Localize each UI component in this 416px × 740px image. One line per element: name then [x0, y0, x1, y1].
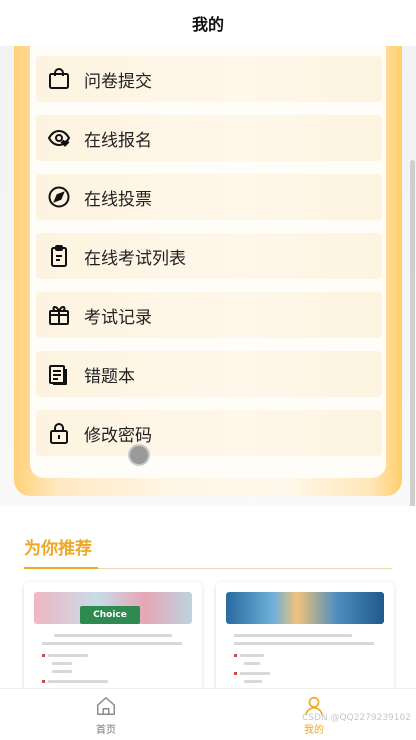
doc-line: [52, 670, 72, 673]
recommend-title: 为你推荐: [24, 539, 92, 559]
scrollbar[interactable]: [410, 160, 415, 555]
documents-icon: [47, 362, 71, 386]
doc-line: [48, 654, 88, 657]
tab-home[interactable]: 首页: [76, 695, 136, 739]
clipboard-icon: [47, 244, 71, 268]
doc-line: [244, 680, 262, 683]
recommend-card[interactable]: Choice: [24, 582, 202, 692]
doc-marker: [234, 672, 237, 675]
doc-line: [52, 662, 72, 665]
menu-item-online-vote[interactable]: 在线投票: [36, 174, 382, 220]
recommend-card[interactable]: [216, 582, 394, 692]
page-title: 我的: [191, 15, 224, 34]
menu-item-wrong-answers[interactable]: 错题本: [36, 351, 382, 397]
doc-line: [48, 680, 108, 683]
menu-item-exam-list[interactable]: 在线考试列表: [36, 233, 382, 279]
thumbnail-tag: Choice: [80, 606, 140, 624]
doc-line: [54, 634, 172, 637]
menu-item-label: 在线投票: [84, 189, 152, 210]
menu-item-label: 在线考试列表: [84, 248, 186, 269]
top-bar: 我的: [0, 0, 416, 46]
compass-icon: [47, 185, 71, 209]
doc-line: [234, 634, 352, 637]
doc-line: [42, 642, 182, 645]
doc-line: [240, 654, 264, 657]
shopping-bag-icon: [47, 67, 71, 91]
doc-marker: [42, 654, 45, 657]
doc-line: [240, 672, 270, 675]
menu-item-exam-records[interactable]: 考试记录: [36, 292, 382, 338]
menu-item-online-signup[interactable]: 在线报名: [36, 115, 382, 161]
survey-banner-thumbnail: [226, 592, 384, 624]
floating-drag-handle[interactable]: [128, 444, 150, 466]
menu-item-label: 考试记录: [84, 307, 152, 328]
menu-item-label: 问卷提交: [84, 71, 152, 92]
poll-banner-thumbnail: Choice: [34, 592, 192, 624]
doc-marker: [42, 680, 45, 683]
doc-line: [244, 662, 260, 665]
tab-home-label: 首页: [96, 725, 116, 736]
title-underline: [24, 567, 98, 569]
menu-item-label: 修改密码: [84, 425, 152, 446]
watermark: CSDN @QQ2279239102: [302, 713, 411, 723]
home-icon: [97, 697, 115, 715]
gift-icon: [47, 303, 71, 327]
tab-mine-label: 我的: [304, 725, 324, 736]
menu-item-label: 错题本: [84, 366, 135, 387]
doc-marker: [234, 654, 237, 657]
lock-icon: [47, 421, 71, 445]
recommend-section: 为你推荐 Choice: [0, 506, 416, 692]
menu-item-survey-submit[interactable]: 问卷提交: [36, 56, 382, 102]
bottom-tab-bar: 首页 我的 CSDN @QQ2279239102: [0, 688, 416, 740]
menu-item-change-password[interactable]: 修改密码: [36, 410, 382, 456]
doc-line: [234, 642, 374, 645]
menu-item-label: 在线报名: [84, 130, 152, 151]
eye-heart-icon: [47, 126, 71, 150]
